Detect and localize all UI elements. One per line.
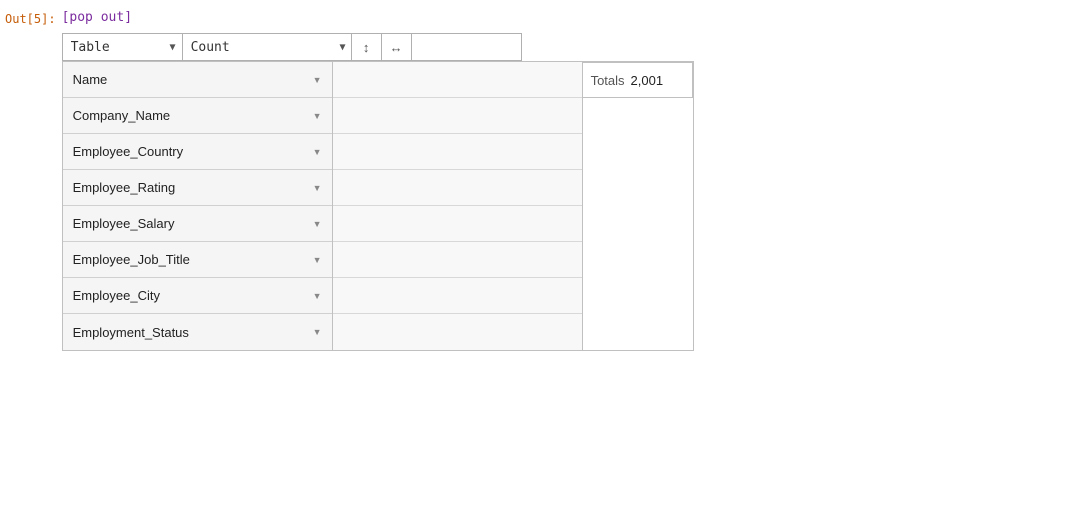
row-header-item[interactable]: Company_Name ▼ <box>63 98 332 134</box>
row-header-sort-icon: ▼ <box>313 219 322 229</box>
row-header-label: Employee_Salary <box>73 216 309 231</box>
data-cell <box>333 206 582 242</box>
data-cell <box>333 278 582 314</box>
row-header-item[interactable]: Employee_Rating ▼ <box>63 170 332 206</box>
row-header-item[interactable]: Name ▼ <box>63 62 332 98</box>
row-header-sort-icon: ▼ <box>313 183 322 193</box>
row-header-item[interactable]: Employee_City ▼ <box>63 278 332 314</box>
data-cell <box>333 62 582 98</box>
toolbar: Table ▼ Count ▼ ↕ ↔ <box>62 33 522 61</box>
data-cell <box>333 170 582 206</box>
content-block: [pop out] Table ▼ Count ▼ ↕ ↔ <box>62 10 694 351</box>
row-header-item[interactable]: Employee_Country ▼ <box>63 134 332 170</box>
table-container: Name▼Company_Name▼Employee_Country▼Emplo… <box>62 61 694 351</box>
sort-button[interactable]: ↕ <box>352 33 382 61</box>
row-header-item[interactable]: Employee_Job_Title ▼ <box>63 242 332 278</box>
row-header-item[interactable]: Employment_Status ▼ <box>63 314 332 350</box>
table-select-wrapper: Table ▼ <box>62 33 182 61</box>
toolbar-spacer <box>412 33 522 61</box>
count-select-wrapper: Count ▼ <box>182 33 352 61</box>
resize-icon: ↔ <box>390 40 403 55</box>
data-cell <box>333 134 582 170</box>
row-headers: Name▼Company_Name▼Employee_Country▼Emplo… <box>63 62 333 350</box>
count-select[interactable]: Count <box>182 33 352 61</box>
table-select[interactable]: Table <box>62 33 182 61</box>
row-header-label: Name <box>73 72 309 87</box>
row-header-label: Employee_City <box>73 288 309 303</box>
row-header-label: Employee_Job_Title <box>73 252 309 267</box>
totals-header-cell: Totals 2,001 <box>583 62 693 98</box>
row-header-sort-icon: ▼ <box>313 111 322 121</box>
output-area: Out[5]: [pop out] Table ▼ Count ▼ ↕ ↔ <box>0 0 1078 351</box>
row-header-sort-icon: ▼ <box>313 75 322 85</box>
row-header-sort-icon: ▼ <box>313 291 322 301</box>
row-header-label: Employee_Country <box>73 144 309 159</box>
sort-icon: ↕ <box>363 40 370 55</box>
data-cell <box>333 242 582 278</box>
data-column <box>333 62 583 350</box>
row-header-item[interactable]: Employee_Salary ▼ <box>63 206 332 242</box>
data-cell <box>333 98 582 134</box>
row-header-sort-icon: ▼ <box>313 327 322 337</box>
totals-label: Totals <box>591 73 625 88</box>
out-label: Out[5]: <box>5 10 62 26</box>
resize-button[interactable]: ↔ <box>382 33 412 61</box>
row-header-sort-icon: ▼ <box>313 147 322 157</box>
data-cell <box>333 314 582 350</box>
row-header-label: Employment_Status <box>73 325 309 340</box>
totals-column: Totals 2,001 <box>583 62 693 350</box>
row-header-label: Company_Name <box>73 108 309 123</box>
row-header-label: Employee_Rating <box>73 180 309 195</box>
pop-out-link[interactable]: [pop out] <box>62 10 132 25</box>
totals-value: 2,001 <box>631 73 664 88</box>
row-header-sort-icon: ▼ <box>313 255 322 265</box>
